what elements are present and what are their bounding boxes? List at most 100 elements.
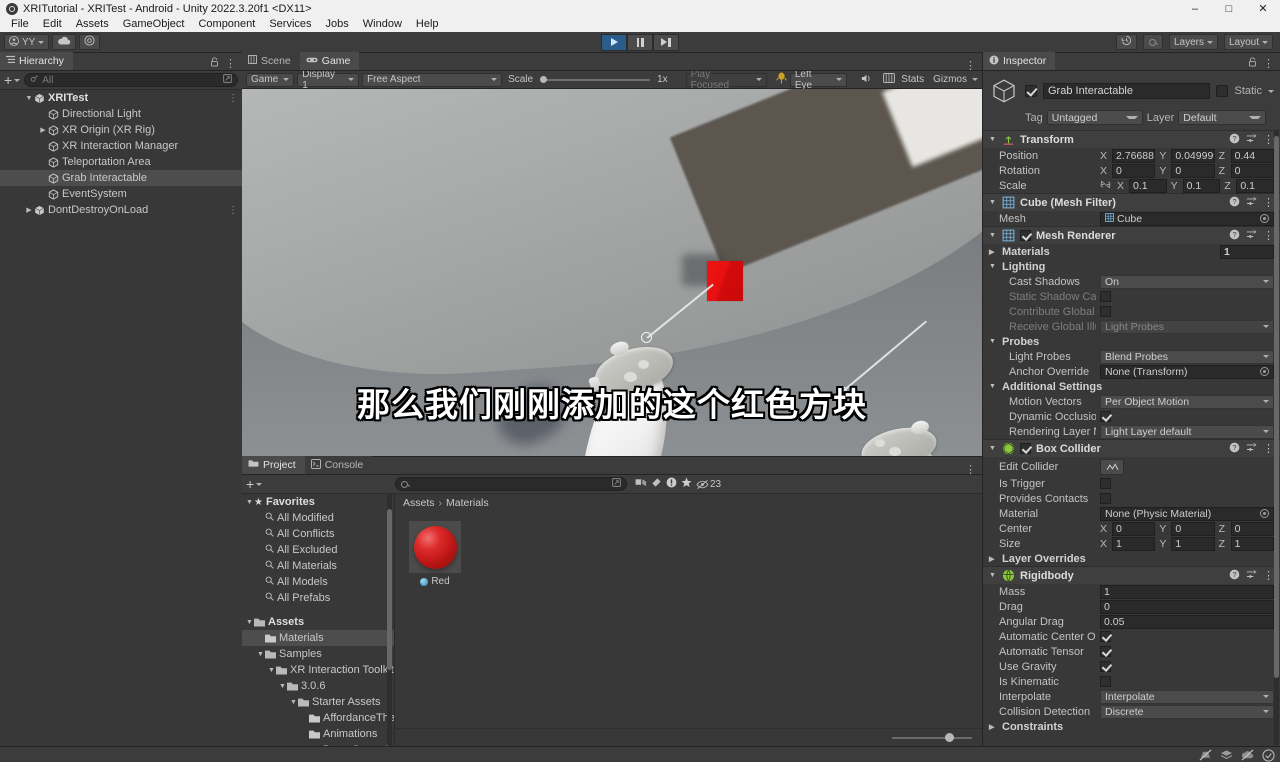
value-dropdown[interactable]: Per Object Motion — [1100, 394, 1274, 409]
project-tree-item-favorites[interactable]: ▼ ★ Favorites — [242, 494, 394, 510]
scale-slider[interactable] — [540, 76, 651, 83]
section-additional-settings[interactable]: ▼ Additional Settings — [983, 379, 1280, 394]
project-tree-item-all-conflicts[interactable]: All Conflicts — [242, 526, 394, 542]
hierarchy-add-button[interactable]: + — [4, 73, 21, 87]
property-checkbox[interactable] — [1100, 646, 1111, 657]
position-z-field[interactable]: 0 — [1230, 521, 1274, 536]
type-filter-icon[interactable] — [666, 477, 677, 491]
position-x-field[interactable]: 1 — [1112, 536, 1156, 551]
disclosure-arrow[interactable]: ▼ — [989, 136, 997, 143]
project-add-button[interactable]: + — [246, 477, 391, 491]
section-layer-overrides[interactable]: ▶ Layer Overrides — [983, 551, 1280, 566]
project-tree-item-assets[interactable]: ▼ Assets — [242, 614, 394, 630]
position-z-field[interactable]: 0 — [1230, 163, 1274, 178]
array-size-field[interactable]: 1 — [1220, 244, 1274, 259]
position-z-field[interactable]: 0.44 — [1230, 148, 1274, 163]
kebab-menu-icon[interactable]: ⋮ — [228, 93, 238, 104]
value-field[interactable]: 0.05 — [1100, 614, 1274, 629]
kebab-menu-icon[interactable]: ⋮ — [225, 58, 236, 69]
disclosure-arrow[interactable]: ▼ — [989, 445, 997, 452]
disclosure-arrow[interactable]: ▶ — [989, 723, 997, 731]
hierarchy-tree[interactable]: ▼ XRITest ⋮ Directional Light ▶ XR Origin (XR… — [0, 90, 242, 746]
asset-zoom-control[interactable] — [395, 728, 982, 746]
tab-game[interactable]: Game — [299, 52, 360, 70]
pause-button[interactable] — [627, 33, 653, 51]
section-constraints[interactable]: ▶ Constraints — [983, 719, 1280, 734]
object-picker-icon[interactable] — [1260, 509, 1269, 518]
gameobject-name-field[interactable]: Grab Interactable — [1043, 83, 1211, 99]
position-x-field[interactable]: 2.766881 — [1112, 148, 1156, 163]
menu-item-component[interactable]: Component — [191, 17, 262, 32]
project-tree-item-starter-assets[interactable]: ▼ Starter Assets — [242, 694, 394, 710]
game-render-canvas[interactable]: 那么我们刚刚添加的这个红色方块 — [242, 89, 982, 456]
breadcrumb-current[interactable]: Materials — [446, 497, 489, 509]
edit-collider-button[interactable] — [1100, 458, 1124, 475]
tag-dropdown[interactable]: Untagged — [1046, 110, 1143, 125]
kebab-menu-icon[interactable]: ⋮ — [1263, 230, 1274, 241]
project-tree-item-all-excluded[interactable]: All Excluded — [242, 542, 394, 558]
property-checkbox[interactable] — [1100, 676, 1111, 687]
position-y-field[interactable]: 0.049999 — [1171, 148, 1215, 163]
step-button[interactable] — [653, 33, 679, 51]
inspector-scrollbar[interactable] — [1274, 130, 1279, 746]
position-y-field[interactable]: 0 — [1171, 521, 1215, 536]
preset-icon[interactable] — [1246, 196, 1257, 210]
menu-item-window[interactable]: Window — [356, 17, 409, 32]
project-tree-item-3.0.6[interactable]: ▼ 3.0.6 — [242, 678, 394, 694]
hidden-assets-counter[interactable]: 23 — [696, 479, 721, 490]
disclosure-arrow[interactable]: ▼ — [289, 699, 298, 706]
project-tree-item-all-prefabs[interactable]: All Prefabs — [242, 590, 394, 606]
property-checkbox[interactable] — [1100, 306, 1111, 317]
project-tree-item-all-models[interactable]: All Models — [242, 574, 394, 590]
game-target-dropdown[interactable]: Game — [246, 72, 295, 87]
disclosure-arrow[interactable]: ▼ — [989, 383, 997, 390]
value-dropdown[interactable]: Blend Probes — [1100, 349, 1274, 364]
hierarchy-search-input[interactable]: All — [24, 73, 238, 87]
preset-icon[interactable] — [1246, 133, 1257, 147]
value-dropdown[interactable]: Interpolate — [1100, 689, 1274, 704]
kebab-menu-icon[interactable]: ⋮ — [1263, 570, 1274, 581]
kebab-menu-icon[interactable]: ⋮ — [1263, 443, 1274, 454]
value-field[interactable]: 1 — [1100, 584, 1274, 599]
object-field[interactable]: None (Physic Material) — [1100, 506, 1274, 521]
hierarchy-item-directional-light[interactable]: Directional Light — [0, 106, 242, 122]
disclosure-arrow[interactable]: ▶ — [38, 126, 48, 134]
mute-audio-icon[interactable] — [860, 73, 872, 87]
hierarchy-item-xr-origin-xr-rig-[interactable]: ▶ XR Origin (XR Rig) — [0, 122, 242, 138]
maximize-button[interactable]: □ — [1212, 0, 1246, 17]
project-tree-item-all-modified[interactable]: All Modified — [242, 510, 394, 526]
lock-icon[interactable] — [210, 57, 219, 70]
component-header[interactable]: ▼ Cube (Mesh Filter)? ⋮ — [983, 194, 1280, 211]
project-tree-item-samples[interactable]: ▼ Samples — [242, 646, 394, 662]
menu-item-assets[interactable]: Assets — [69, 17, 116, 32]
kebab-menu-icon[interactable]: ⋮ — [1263, 134, 1274, 145]
scale-slider-knob[interactable] — [540, 76, 548, 83]
property-checkbox[interactable] — [1100, 291, 1111, 302]
disclosure-arrow[interactable]: ▼ — [245, 619, 254, 626]
global-search-button[interactable] — [1142, 34, 1163, 50]
asset-item-red-material[interactable]: Red — [405, 521, 465, 587]
disclosure-arrow[interactable]: ▼ — [989, 572, 997, 579]
position-z-field[interactable]: 1 — [1230, 536, 1274, 551]
menu-item-file[interactable]: File — [4, 17, 36, 32]
position-x-field[interactable]: 0 — [1112, 163, 1156, 178]
menu-item-services[interactable]: Services — [262, 17, 318, 32]
close-button[interactable]: ✕ — [1246, 0, 1280, 17]
hierarchy-item-teleportation-area[interactable]: Teleportation Area — [0, 154, 242, 170]
property-checkbox[interactable] — [1100, 661, 1111, 672]
disclosure-arrow[interactable]: ▼ — [278, 683, 287, 690]
gameobject-enabled-checkbox[interactable] — [1025, 85, 1037, 97]
component-enabled-checkbox[interactable] — [1020, 230, 1031, 241]
play-focused-dropdown[interactable]: Play Focused — [685, 71, 767, 91]
preset-icon[interactable] — [1246, 569, 1257, 583]
disclosure-arrow[interactable]: ▶ — [989, 555, 997, 563]
project-folder-tree[interactable]: ▼ ★ Favorites All Modified All Conflicts All … — [242, 494, 395, 746]
value-dropdown[interactable]: Light Layer default — [1100, 424, 1274, 439]
kebab-menu-icon[interactable]: ⋮ — [1263, 58, 1274, 69]
hierarchy-item-eventsystem[interactable]: EventSystem — [0, 186, 242, 202]
component-header[interactable]: ▼ Rigidbody? ⋮ — [983, 567, 1280, 584]
minimize-button[interactable]: – — [1178, 0, 1212, 17]
vr-device-icon[interactable] — [776, 72, 787, 87]
gizmos-dropdown[interactable]: Gizmos — [930, 74, 978, 85]
layout-dropdown[interactable]: Layout — [1223, 34, 1273, 50]
